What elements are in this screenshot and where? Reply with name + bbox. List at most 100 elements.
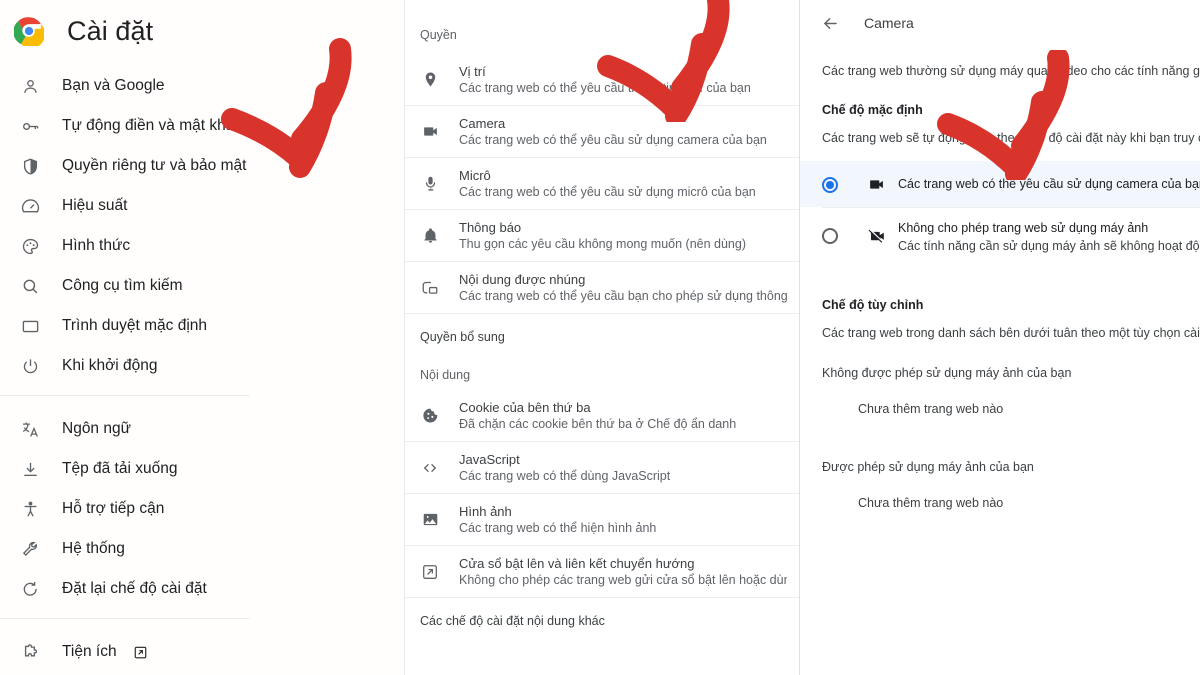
shield-icon — [20, 156, 41, 177]
reset-icon — [20, 579, 41, 600]
radio-option-text: Không cho phép trang web sử dụng máy ảnh… — [898, 219, 1200, 255]
gauge-icon — [20, 196, 41, 217]
sidebar-item-downloads[interactable]: Tệp đã tải xuống — [0, 449, 404, 489]
permission-row-camera[interactable]: Camera Các trang web có thể yêu cầu sử d… — [405, 106, 799, 158]
video-camera-off-icon — [867, 227, 885, 245]
permission-text: Camera Các trang web có thể yêu cầu sử d… — [459, 115, 767, 149]
default-mode-heading: Chế độ mặc định — [822, 103, 923, 117]
camera-title: Camera — [864, 15, 914, 31]
sidebar-item-label: Tiện ích — [62, 643, 117, 660]
camera-detail-column: Camera Các trang web thường sử dụng máy … — [800, 0, 1200, 675]
power-icon — [20, 356, 41, 377]
sidebar-item-on-startup[interactable]: Khi khởi động — [0, 346, 404, 386]
sidebar-item-label: Hỗ trợ tiếp cận — [62, 500, 165, 517]
permission-text: Vị trí Các trang web có thể yêu cầu thôn… — [459, 63, 751, 97]
sidebar-item-performance[interactable]: Hiệu suất — [0, 186, 404, 226]
other-content-settings-row[interactable]: Các chế độ cài đặt nội dung khác — [405, 598, 799, 644]
sidebar-item-you-and-google[interactable]: Bạn và Google — [0, 66, 404, 106]
sidebar-item-search-engine[interactable]: Công cụ tìm kiếm — [0, 266, 404, 306]
sidebar-item-label: Quyền riêng tư và bảo mật — [62, 157, 247, 174]
permissions-column: Quyền Vị trí Các trang web có thể yêu cầ… — [405, 0, 800, 675]
puzzle-icon — [20, 642, 41, 663]
sidebar-item-default-browser[interactable]: Trình duyệt mặc định — [0, 306, 404, 346]
sidebar-item-label: Công cụ tìm kiếm — [62, 277, 183, 294]
permission-row-embedded-content[interactable]: Nội dung được nhúng Các trang web có thể… — [405, 262, 799, 314]
content-sub: Không cho phép các trang web gửi cửa sổ … — [459, 572, 787, 587]
back-arrow-icon[interactable] — [820, 13, 840, 33]
permission-name: Nội dung được nhúng — [459, 271, 586, 287]
sidebar-item-privacy-security[interactable]: Quyền riêng tư và bảo mật — [0, 146, 404, 186]
sidebar-item-appearance[interactable]: Hình thức — [0, 226, 404, 266]
image-icon — [420, 510, 440, 530]
content-name: Cửa sổ bật lên và liên kết chuyển hướng — [459, 555, 695, 571]
browser-window-icon — [20, 316, 41, 337]
microphone-icon — [420, 174, 440, 194]
permission-name: Micrô — [459, 167, 491, 183]
sidebar-item-label: Tự động điền và mật khẩu — [62, 117, 243, 134]
camera-description: Các trang web thường sử dụng máy quay vi… — [822, 64, 1200, 78]
chrome-settings-screenshot: Cài đặt Bạn và Google Tự động điền và mậ… — [0, 0, 1200, 675]
bell-icon — [420, 226, 440, 246]
content-row-javascript[interactable]: JavaScript Các trang web có thể dùng Jav… — [405, 442, 799, 494]
search-icon — [20, 276, 41, 297]
radio-option-allow-camera[interactable]: Các trang web có thể yêu cầu sử dụng cam… — [800, 161, 1200, 207]
page-title: Cài đặt — [67, 15, 154, 46]
content-name: Hình ảnh — [459, 503, 512, 519]
sidebar-item-label: Đặt lại chế độ cài đặt — [62, 580, 207, 597]
cookie-icon — [420, 406, 440, 426]
content-row-third-party-cookies[interactable]: Cookie của bên thứ ba Đã chặn các cookie… — [405, 390, 799, 442]
blocked-sites-empty: Chưa thêm trang web nào — [858, 402, 1004, 416]
wrench-icon — [20, 539, 41, 560]
sidebar-item-languages[interactable]: Ngôn ngữ — [0, 409, 404, 449]
radio-option-text: Các trang web có thể yêu cầu sử dụng cam… — [898, 175, 1200, 193]
radio-option-label: Không cho phép trang web sử dụng máy ảnh — [898, 221, 1149, 235]
content-row-popups-redirects[interactable]: Cửa sổ bật lên và liên kết chuyển hướng … — [405, 546, 799, 598]
code-brackets-icon — [420, 458, 440, 478]
content-section-title: Nội dung — [420, 368, 471, 382]
key-icon — [20, 116, 41, 137]
embedded-content-icon — [420, 278, 440, 298]
permission-row-notifications[interactable]: Thông báo Thu gọn các yêu cầu không mong… — [405, 210, 799, 262]
sidebar-item-system[interactable]: Hệ thống — [0, 529, 404, 569]
permission-text: Micrô Các trang web có thể yêu cầu sử dụ… — [459, 167, 756, 201]
permission-sub: Các trang web có thể yêu cầu bạn cho phé… — [459, 288, 787, 303]
radio-button-selected[interactable] — [822, 177, 838, 193]
translate-icon — [20, 419, 41, 440]
sidebar-item-accessibility[interactable]: Hỗ trợ tiếp cận — [0, 489, 404, 529]
external-link-icon[interactable] — [133, 645, 148, 660]
sidebar-item-reset-settings[interactable]: Đặt lại chế độ cài đặt — [0, 569, 404, 609]
sidebar-group-3: Tiện ích Giới thiệu về Chrome — [0, 628, 404, 675]
radio-option-block-camera[interactable]: Không cho phép trang web sử dụng máy ảnh… — [822, 207, 1200, 266]
content-text: Cookie của bên thứ ba Đã chặn các cookie… — [459, 399, 736, 433]
custom-mode-description: Các trang web trong danh sách bên dưới t… — [822, 326, 1200, 340]
permission-row-location[interactable]: Vị trí Các trang web có thể yêu cầu thôn… — [405, 54, 799, 106]
sidebar-item-autofill-passwords[interactable]: Tự động điền và mật khẩu — [0, 106, 404, 146]
accessibility-icon — [20, 499, 41, 520]
person-icon — [20, 76, 41, 97]
permission-sub: Các trang web có thể yêu cầu thông tin v… — [459, 80, 751, 95]
content-text: Cửa sổ bật lên và liên kết chuyển hướng … — [459, 555, 787, 589]
video-camera-icon — [420, 122, 440, 142]
content-name: Cookie của bên thứ ba — [459, 399, 591, 415]
other-content-settings-label: Các chế độ cài đặt nội dung khác — [420, 614, 605, 628]
permission-name: Thông báo — [459, 219, 522, 235]
sidebar-item-extensions[interactable]: Tiện ích — [0, 632, 404, 672]
content-row-images[interactable]: Hình ảnh Các trang web có thể hiện hình … — [405, 494, 799, 546]
settings-sidebar: Cài đặt Bạn và Google Tự động điền và mậ… — [0, 0, 405, 675]
extra-permissions-row[interactable]: Quyền bổ sung — [405, 314, 799, 360]
allowed-sites-empty: Chưa thêm trang web nào — [858, 496, 1004, 510]
sidebar-item-label: Khi khởi động — [62, 357, 158, 374]
permission-row-microphone[interactable]: Micrô Các trang web có thể yêu cầu sử dụ… — [405, 158, 799, 210]
allowed-sites-label: Được phép sử dụng máy ảnh của bạn — [822, 460, 1034, 474]
permission-name: Vị trí — [459, 63, 486, 79]
radio-button-unselected[interactable] — [822, 228, 838, 244]
sidebar-item-label: Bạn và Google — [62, 77, 165, 94]
default-mode-description: Các trang web sẽ tự động tuân theo chế đ… — [822, 131, 1200, 145]
sidebar-item-label: Hiệu suất — [62, 197, 128, 214]
sidebar-divider-2 — [0, 618, 250, 619]
custom-mode-heading: Chế độ tùy chỉnh — [822, 298, 924, 312]
camera-header: Camera — [800, 0, 1200, 46]
permission-text: Thông báo Thu gọn các yêu cầu không mong… — [459, 219, 746, 253]
download-icon — [20, 459, 41, 480]
sidebar-group-1: Bạn và Google Tự động điền và mật khẩu Q… — [0, 62, 404, 386]
